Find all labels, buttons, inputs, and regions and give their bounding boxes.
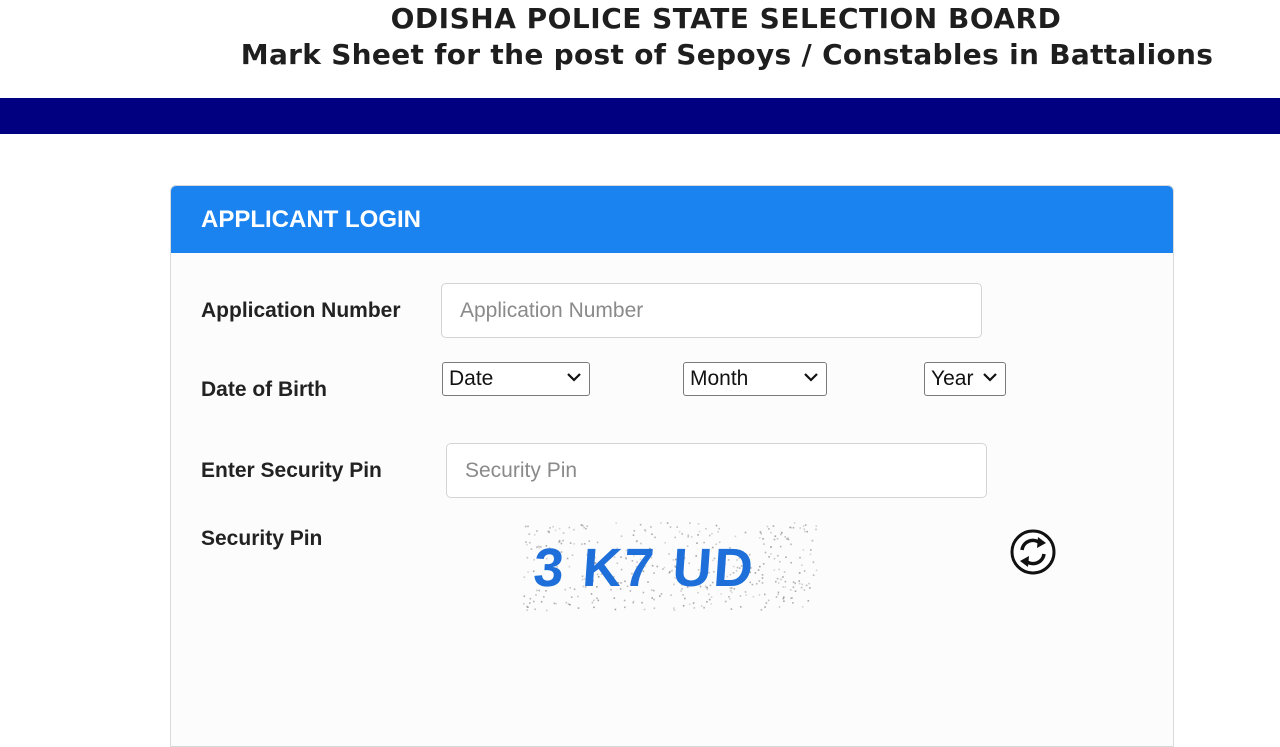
date-select[interactable]: Date <box>442 362 590 396</box>
page-subtitle: Mark Sheet for the post of Sepoys / Cons… <box>240 38 1214 71</box>
captcha-text: 3 K7 UD <box>532 538 757 598</box>
header-bar <box>0 98 1280 134</box>
page-header: ODISHA POLICE STATE SELECTION BOARD Mark… <box>0 0 1280 98</box>
login-card-header: APPLICANT LOGIN <box>171 186 1173 253</box>
login-card: APPLICANT LOGIN Application Number Date … <box>170 185 1174 747</box>
application-number-label: Application Number <box>201 299 401 322</box>
year-select[interactable]: Year <box>924 362 1006 396</box>
login-title: APPLICANT LOGIN <box>201 206 421 233</box>
security-pin-input[interactable] <box>446 443 987 498</box>
chevron-down-icon <box>567 373 581 382</box>
captcha-image: 3 K7 UD <box>523 522 818 612</box>
month-select[interactable]: Month <box>683 362 827 396</box>
enter-security-pin-label: Enter Security Pin <box>201 459 382 482</box>
refresh-icon[interactable] <box>1009 528 1057 576</box>
chevron-down-icon <box>804 373 818 382</box>
application-number-input[interactable] <box>441 283 982 338</box>
year-select-value: Year <box>931 367 974 390</box>
page-title: ODISHA POLICE STATE SELECTION BOARD <box>390 2 1062 35</box>
chevron-down-icon <box>983 373 997 382</box>
month-select-value: Month <box>690 367 749 390</box>
date-select-value: Date <box>449 367 494 390</box>
security-pin-label: Security Pin <box>201 527 323 550</box>
date-of-birth-label: Date of Birth <box>201 378 327 401</box>
